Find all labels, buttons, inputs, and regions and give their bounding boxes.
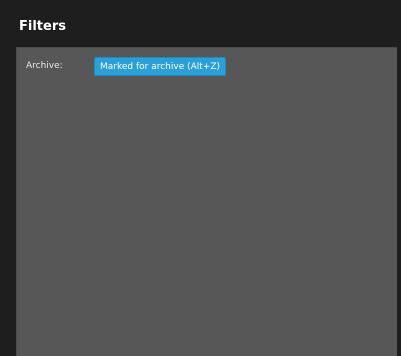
- filters-window: Filters Archive: Marked for archive (Alt…: [0, 0, 401, 356]
- archive-filter-label: Archive:: [26, 61, 63, 71]
- archive-filter-row: Archive: Marked for archive (Alt+Z): [26, 56, 227, 76]
- panel-title: Filters: [19, 19, 66, 34]
- archive-filter-toggle[interactable]: Marked for archive (Alt+Z): [94, 56, 227, 76]
- filters-panel: Archive: Marked for archive (Alt+Z): [16, 47, 397, 356]
